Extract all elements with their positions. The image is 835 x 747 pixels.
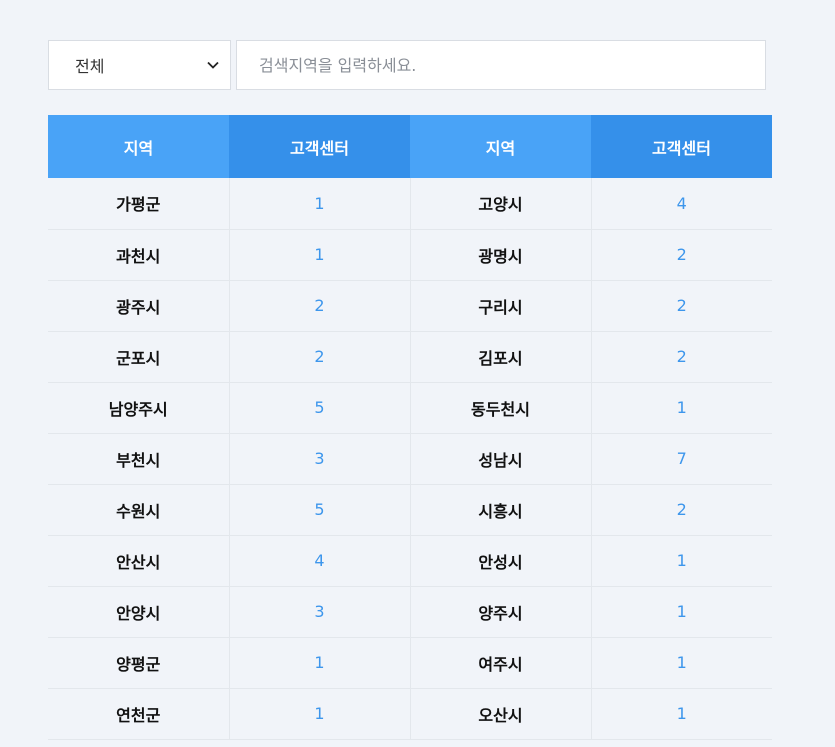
header-center-left: 고객센터 (229, 115, 410, 178)
region-cell: 광주시 (48, 280, 230, 332)
region-cell: 군포시 (48, 331, 230, 383)
header-region-left: 지역 (48, 115, 229, 178)
chevron-down-icon (207, 61, 219, 69)
region-cell: 연천군 (48, 688, 230, 740)
center-count-cell[interactable]: 4 (591, 178, 772, 230)
region-cell: 성남시 (410, 433, 592, 485)
center-count-cell[interactable]: 2 (229, 280, 411, 332)
table-header-row: 지역 고객센터 지역 고객센터 (48, 115, 772, 178)
region-cell: 오산시 (410, 688, 592, 740)
region-cell: 양주시 (410, 586, 592, 638)
center-count-cell[interactable]: 5 (229, 484, 411, 536)
region-cell: 안성시 (410, 535, 592, 587)
search-input[interactable] (236, 40, 766, 90)
center-count-cell[interactable]: 1 (591, 382, 772, 434)
center-count-cell[interactable]: 2 (229, 331, 411, 383)
center-count-cell[interactable]: 1 (591, 688, 772, 740)
center-count-cell[interactable]: 3 (229, 586, 411, 638)
center-count-cell[interactable]: 2 (591, 229, 772, 281)
center-count-cell[interactable]: 4 (229, 535, 411, 587)
filter-bar: 전체 (48, 40, 766, 90)
table-row: 가평군 1 고양시 4 (48, 178, 772, 230)
table-row: 안산시 4 안성시 1 (48, 535, 772, 587)
region-cell: 과천시 (48, 229, 230, 281)
region-cell: 광명시 (410, 229, 592, 281)
region-cell: 남양주시 (48, 382, 230, 434)
center-count-cell[interactable]: 2 (591, 331, 772, 383)
center-count-cell[interactable]: 2 (591, 484, 772, 536)
region-cell: 김포시 (410, 331, 592, 383)
center-count-cell[interactable]: 7 (591, 433, 772, 485)
table-row: 광주시 2 구리시 2 (48, 280, 772, 332)
center-count-cell[interactable]: 1 (229, 178, 411, 230)
region-cell: 동두천시 (410, 382, 592, 434)
header-center-right: 고객센터 (591, 115, 772, 178)
region-cell: 안양시 (48, 586, 230, 638)
center-count-cell[interactable]: 1 (229, 229, 411, 281)
center-count-cell[interactable]: 3 (229, 433, 411, 485)
center-count-cell[interactable]: 2 (591, 280, 772, 332)
table-row: 연천군 1 오산시 1 (48, 688, 772, 740)
center-count-cell[interactable]: 1 (591, 535, 772, 587)
region-cell: 안산시 (48, 535, 230, 587)
table-row: 양평군 1 여주시 1 (48, 637, 772, 689)
table-row: 과천시 1 광명시 2 (48, 229, 772, 281)
table-row: 안양시 3 양주시 1 (48, 586, 772, 638)
center-count-cell[interactable]: 1 (591, 586, 772, 638)
table-row: 수원시 5 시흥시 2 (48, 484, 772, 536)
region-cell: 구리시 (410, 280, 592, 332)
table-body: 가평군 1 고양시 4 과천시 1 광명시 2 광주시 2 구리시 2 군포시 2 김포시 2 남양주시 5 동두천… (48, 178, 772, 740)
region-cell: 고양시 (410, 178, 592, 230)
service-center-table: 지역 고객센터 지역 고객센터 가평군 1 고양시 4 과천시 1 광명시 2 광주시 2 구리시 2… (48, 115, 772, 740)
header-region-right: 지역 (410, 115, 591, 178)
region-cell: 여주시 (410, 637, 592, 689)
center-count-cell[interactable]: 1 (229, 688, 411, 740)
center-count-cell[interactable]: 1 (591, 637, 772, 689)
region-cell: 부천시 (48, 433, 230, 485)
region-select[interactable]: 전체 (48, 40, 231, 90)
service-center-table-wrap: 지역 고객센터 지역 고객센터 가평군 1 고양시 4 과천시 1 광명시 2 광주시 2 구리시 2… (48, 115, 772, 740)
table-row: 부천시 3 성남시 7 (48, 433, 772, 485)
region-cell: 수원시 (48, 484, 230, 536)
table-row: 남양주시 5 동두천시 1 (48, 382, 772, 434)
region-cell: 가평군 (48, 178, 230, 230)
center-count-cell[interactable]: 5 (229, 382, 411, 434)
region-cell: 시흥시 (410, 484, 592, 536)
table-row: 군포시 2 김포시 2 (48, 331, 772, 383)
center-count-cell[interactable]: 1 (229, 637, 411, 689)
region-cell: 양평군 (48, 637, 230, 689)
region-select-value: 전체 (75, 57, 105, 76)
